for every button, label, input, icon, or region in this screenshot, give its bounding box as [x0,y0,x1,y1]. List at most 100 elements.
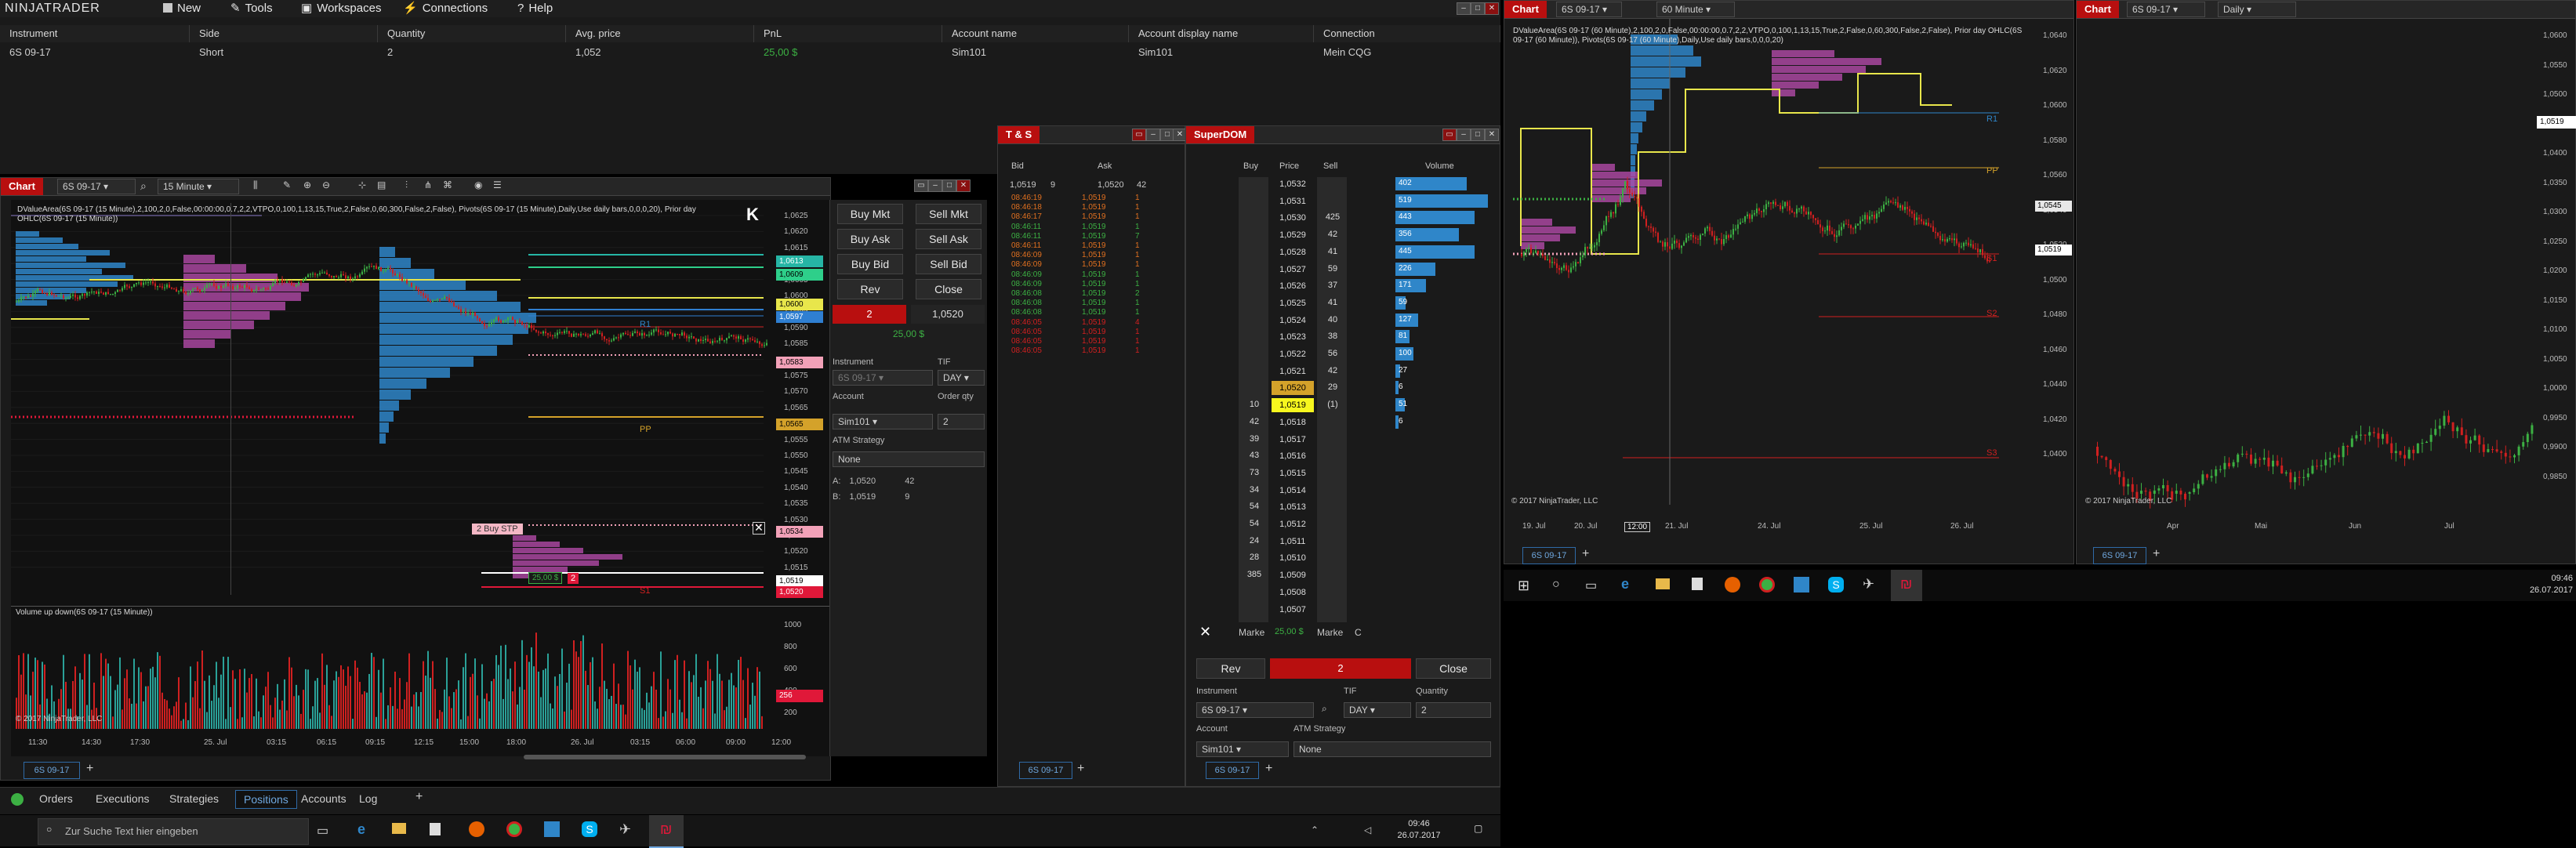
reverse-button[interactable]: Rev [837,279,903,299]
teamviewer-icon-2[interactable] [1794,577,1809,593]
explorer-icon[interactable] [392,823,406,834]
dom-sell-cell[interactable]: 42 [1319,230,1347,239]
ninjatrader-taskbar-icon-2[interactable]: ₪ [1891,570,1922,601]
chart1-price-svg[interactable] [11,200,829,600]
dom-price-cell[interactable]: 1,0512 [1272,517,1314,531]
store-icon[interactable] [430,823,441,835]
zoom-out-icon[interactable]: ⊖ [322,179,330,190]
chart1-bottom-tab[interactable]: 6S 09-17 [24,762,80,779]
positions-col-header[interactable]: PnL [754,25,942,42]
search-box[interactable]: ○ Zur Suche Text hier eingeben [38,818,309,845]
chart1-maximize-button[interactable]: □ [942,179,956,192]
positions-col-header[interactable]: Avg. price [566,25,754,42]
chart3-price-svg[interactable] [2084,24,2535,517]
dom-price-cell[interactable]: 1,0516 [1272,449,1314,463]
dom-reverse-button[interactable]: Rev [1196,658,1265,679]
chart3-bottom-tab[interactable]: 6S 09-17 [2093,547,2146,564]
dom-sell-cell[interactable]: 37 [1319,281,1347,290]
skype-icon-2[interactable]: S [1828,577,1844,593]
cc-tab-strategies[interactable]: Strategies [161,790,227,807]
close-position-button[interactable]: Close [916,279,981,299]
dom-price-cell[interactable]: 1,0510 [1272,551,1314,565]
chart2-tab[interactable]: Chart [1504,1,1547,18]
dom-price-cell[interactable]: 1,0517 [1272,433,1314,447]
dom-price-cell[interactable]: 1,0525 [1272,296,1314,310]
teamviewer-icon[interactable] [544,821,560,837]
menu-workspaces[interactable]: ▣ Workspaces [301,0,381,17]
ts-add-tab-button[interactable]: + [1077,762,1084,776]
dom-sell-cell[interactable]: 42 [1319,366,1347,375]
menu-connections[interactable]: ⚡ Connections [403,0,488,17]
dom-price-cell[interactable]: 1,0522 [1272,347,1314,361]
ts-restore-button[interactable]: ▭ [1132,129,1146,141]
chart3-tab[interactable]: Chart [2077,1,2119,18]
dom-price-cell[interactable]: 1,0524 [1272,313,1314,328]
ct-account-select[interactable]: Sim101 ▾ [833,414,933,429]
maximize-button[interactable]: □ [1471,2,1485,15]
chart1-minimize-button[interactable]: – [928,179,942,192]
chart-trader-icon[interactable]: ⌘ [443,179,452,190]
bars-icon[interactable]: ⫼ [253,179,258,191]
dom-price-cell[interactable]: 1,0507 [1272,603,1314,617]
dom-search-icon[interactable]: ⌕ [1322,703,1327,715]
dom-buy-cell[interactable]: 24 [1240,536,1268,545]
dom-buy-cell[interactable]: 28 [1240,553,1268,562]
search-icon[interactable]: ⌕ [140,179,147,193]
positions-col-header[interactable]: Quantity [378,25,566,42]
chart3-interval-select[interactable]: Daily ▾ [2218,2,2296,17]
dom-price-cell[interactable]: 1,0523 [1272,330,1314,344]
chrome-icon-2[interactable] [1759,577,1775,593]
chart2-price-svg[interactable] [1513,19,2030,520]
chart2-interval-select[interactable]: 60 Minute ▾ [1656,2,1735,17]
dom-price-cell[interactable]: 1,0530 [1272,211,1314,225]
explorer-icon-2[interactable] [1656,578,1670,589]
share-icon[interactable]: ☰ [493,179,502,190]
chart1-instrument-select[interactable]: 6S 09-17 ▾ [57,179,136,194]
pencil-icon[interactable]: ✎ [283,179,291,190]
ninjatrader-taskbar-icon[interactable]: ₪ [649,815,684,848]
minimize-button[interactable]: – [1457,2,1471,15]
network-app-icon-2[interactable]: ✈ [1863,576,1874,593]
dom-price-cell[interactable]: 1,0515 [1272,466,1314,480]
ts-minimize-button[interactable]: – [1146,129,1160,141]
windows-start-icon[interactable]: ⊞ [1518,578,1529,594]
dom-sell-cell[interactable]: 40 [1319,315,1347,324]
dom-sell-cell[interactable]: 425 [1319,212,1347,222]
dom-sell-cell[interactable]: 41 [1319,298,1347,307]
buy-ask-button[interactable]: Buy Ask [837,229,903,249]
positions-col-header[interactable]: Connection [1314,25,1500,42]
sell-market-button[interactable]: Sell Mkt [916,204,981,224]
store-icon-2[interactable] [1692,578,1703,590]
dom-price-cell[interactable]: 1,0532 [1272,177,1314,191]
ts-bottom-tab[interactable]: 6S 09-17 [1019,762,1072,779]
cc-tab-log[interactable]: Log [351,790,385,807]
dom-price-cell[interactable]: 1,0531 [1272,194,1314,208]
order-stop-label[interactable]: 2 Buy STP [472,524,523,535]
dom-price-cell[interactable]: 1,0527 [1272,263,1314,277]
skype-icon[interactable]: S [582,821,597,837]
menu-tools[interactable]: ✎ Tools [230,0,273,17]
dom-price-cell[interactable]: 1,0518 [1272,415,1314,429]
dom-price-cell[interactable]: 1,0508 [1272,585,1314,600]
positions-col-header[interactable]: Side [190,25,378,42]
dom-buy-cell[interactable]: 385 [1240,570,1268,579]
chrome-icon[interactable] [506,821,522,837]
tray-volume-icon[interactable]: ◁ [1364,824,1371,835]
chart2-instrument-select[interactable]: 6S 09-17 ▾ [1556,2,1622,17]
chart2-add-tab-button[interactable]: + [1582,547,1589,561]
chart3-add-tab-button[interactable]: + [2153,547,2160,561]
dom-sell-cell[interactable]: 29 [1319,382,1347,392]
notification-icon[interactable]: ▢ [1474,823,1482,834]
dom-price-cell[interactable]: 1,0509 [1272,568,1314,582]
dom-buy-cell[interactable]: 73 [1240,468,1268,477]
cc-tab-positions[interactable]: Positions [235,790,297,809]
crosshair-icon[interactable]: ⊹ [358,179,366,190]
strategy-icon[interactable]: ⋔ [424,179,432,190]
dom-price-cell[interactable]: 1,0529 [1272,228,1314,242]
dom-buy-cell[interactable]: 34 [1240,485,1268,495]
order-qty-tag[interactable]: 2 [568,573,579,584]
chart1-tab[interactable]: Chart [1,178,43,195]
dom-sell-cell[interactable]: 59 [1319,264,1347,274]
menu-new[interactable]: New [163,0,201,17]
menu-help[interactable]: ? Help [517,0,553,17]
